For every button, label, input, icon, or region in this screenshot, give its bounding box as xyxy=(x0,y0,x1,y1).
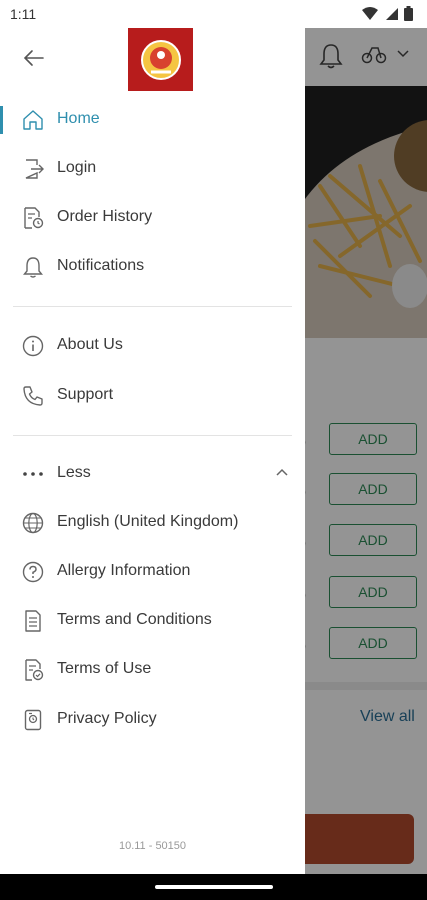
drawer-divider xyxy=(13,306,292,307)
chevron-up-icon xyxy=(276,468,288,476)
globe-icon xyxy=(22,512,44,534)
login-icon xyxy=(25,159,44,179)
drawer-item-label: Notifications xyxy=(57,257,145,274)
drawer-item-label: Login xyxy=(57,159,97,176)
drawer-item-terms-conditions[interactable]: Terms and Conditions xyxy=(0,599,305,643)
drawer-item-label: Privacy Policy xyxy=(57,710,157,727)
status-bar: 1:11 xyxy=(0,0,427,28)
logo-emblem-icon xyxy=(140,39,181,80)
system-nav-bar xyxy=(0,874,427,900)
drawer-item-label: Terms of Use xyxy=(57,660,152,677)
phone-icon xyxy=(23,386,43,406)
status-time: 1:11 xyxy=(10,6,37,22)
drawer-item-label: Order History xyxy=(57,208,153,225)
battery-icon xyxy=(404,6,413,21)
info-icon xyxy=(22,335,44,357)
drawer-item-label: About Us xyxy=(57,336,123,353)
more-icon xyxy=(23,472,43,476)
navigation-drawer: Home Login Order History Notifications A… xyxy=(0,28,305,874)
document-check-icon xyxy=(25,659,44,681)
bell-icon xyxy=(23,257,43,278)
drawer-item-order-history[interactable]: Order History xyxy=(0,196,305,240)
document-icon xyxy=(25,610,41,632)
signal-icon xyxy=(386,7,398,20)
drawer-item-language[interactable]: English (United Kingdom) xyxy=(0,501,305,545)
active-indicator xyxy=(0,106,3,134)
wifi-icon xyxy=(362,6,378,20)
drawer-item-less-toggle[interactable]: Less xyxy=(0,452,305,496)
arrow-left-icon[interactable] xyxy=(22,46,46,70)
drawer-item-label: Terms and Conditions xyxy=(57,611,212,628)
drawer-item-label: Home xyxy=(57,110,100,127)
drawer-divider xyxy=(13,435,292,436)
status-icons xyxy=(362,6,413,21)
drawer-item-label: Less xyxy=(57,464,91,481)
receipt-icon xyxy=(24,207,44,229)
drawer-item-terms-of-use[interactable]: Terms of Use xyxy=(0,648,305,692)
question-icon xyxy=(22,561,44,583)
drawer-item-about-us[interactable]: About Us xyxy=(0,324,305,368)
drawer-item-support[interactable]: Support xyxy=(0,374,305,418)
drawer-item-label: English (United Kingdom) xyxy=(57,513,239,530)
drawer-item-label: Support xyxy=(57,386,114,403)
shield-doc-icon xyxy=(24,709,42,731)
drawer-item-privacy-policy[interactable]: Privacy Policy xyxy=(0,698,305,742)
drawer-item-allergy-information[interactable]: Allergy Information xyxy=(0,550,305,594)
home-icon xyxy=(23,110,43,130)
app-version: 10.11 - 50150 xyxy=(118,840,187,852)
restaurant-logo xyxy=(128,28,193,91)
drawer-item-login[interactable]: Login xyxy=(0,147,305,191)
drawer-item-label: Allergy Information xyxy=(57,562,191,579)
home-gesture-handle[interactable] xyxy=(155,885,273,889)
drawer-item-notifications[interactable]: Notifications xyxy=(0,245,305,289)
drawer-item-home[interactable]: Home xyxy=(0,98,305,142)
